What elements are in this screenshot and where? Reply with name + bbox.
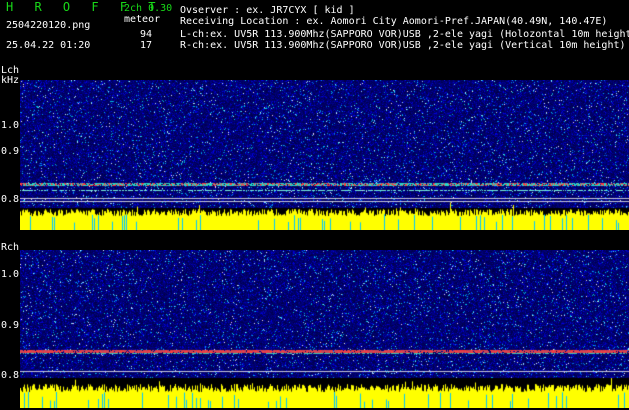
datetime-label: 25.04.22 01:20 <box>6 40 91 51</box>
lch-spectrogram <box>20 80 629 230</box>
location-info: Receiving Location : ex. Aomori City Aom… <box>180 16 608 27</box>
rch-ytick-1-0: 1.0 <box>1 269 20 280</box>
rch-count: 17 <box>140 40 153 51</box>
rch-ytick-0-8: 0.8 <box>1 370 20 381</box>
rch-ytick-0-9: 0.9 <box>1 320 20 331</box>
filename-label: 2504220120.png <box>6 20 91 31</box>
rch-spectrogram <box>20 250 629 408</box>
rch-info: R-ch:ex. UV5R 113.900Mhz(SAPPORO VOR)USB… <box>180 40 626 51</box>
rch-label: Rch <box>1 242 20 253</box>
lch-ytick-1-0: 1.0 <box>1 120 20 131</box>
version-label: 2ch 0.30 <box>124 3 173 14</box>
observer-info: Ovserver : ex. JR7CYX [ kid ] <box>180 5 355 16</box>
lch-ytick-0-9: 0.9 <box>1 146 20 157</box>
lch-unit: kHz <box>1 75 20 86</box>
lch-count: 94 <box>140 29 153 40</box>
lch-ytick-0-8: 0.8 <box>1 194 20 205</box>
mode-label: meteor <box>124 14 161 25</box>
lch-info: L-ch:ex. UV5R 113.900Mhz(SAPPORO VOR)USB… <box>180 29 629 40</box>
